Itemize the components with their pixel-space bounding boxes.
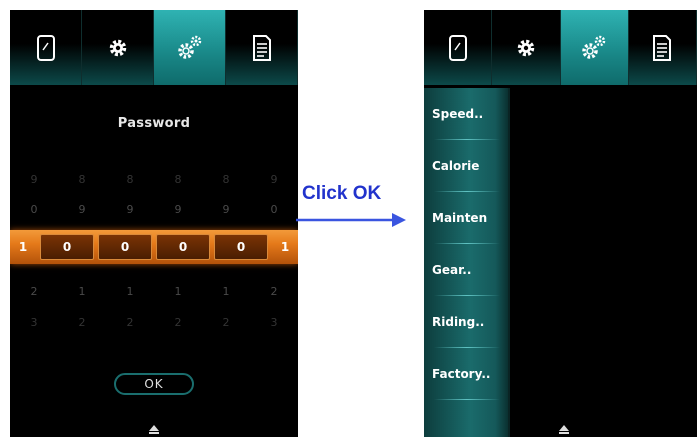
digit: 8 <box>126 173 134 186</box>
digit-wheel-6[interactable]: 1 <box>272 240 298 254</box>
ok-button[interactable]: OK <box>114 373 194 395</box>
menu-item-speed[interactable]: Speed.. <box>424 88 508 140</box>
digit: 9 <box>30 173 38 186</box>
digit: 0 <box>30 203 38 216</box>
menu-item-maintenance[interactable]: Mainten <box>424 192 508 244</box>
digit-row-below-1: 2 1 1 1 1 2 <box>10 285 298 298</box>
gears-icon <box>177 35 201 59</box>
digit-wheel-1[interactable]: 1 <box>10 240 36 254</box>
tab-device[interactable] <box>10 10 82 85</box>
digit: 1 <box>126 285 134 298</box>
digit: 8 <box>174 173 182 186</box>
tab-advanced-settings[interactable] <box>154 10 226 85</box>
digit: 1 <box>174 285 182 298</box>
document-icon <box>252 34 271 61</box>
digit-wheel-4[interactable]: 0 <box>156 234 210 260</box>
password-title: Password <box>117 116 191 131</box>
tab-bar <box>424 10 697 85</box>
tab-log[interactable] <box>226 10 298 85</box>
tab-settings[interactable] <box>82 10 154 85</box>
tab-advanced-settings[interactable] <box>560 10 629 85</box>
settings-screen: Speed.. Calorie Mainten Gear.. Riding.. … <box>424 10 697 437</box>
digit: 2 <box>174 316 182 329</box>
gears-icon <box>582 35 606 59</box>
digit: 2 <box>270 285 278 298</box>
digit: 9 <box>270 173 278 186</box>
digit: 9 <box>126 203 134 216</box>
digit-row-above-2: 9 8 8 8 8 9 <box>10 173 298 186</box>
digit: 8 <box>78 173 86 186</box>
digit-wheel-5[interactable]: 0 <box>214 234 268 260</box>
digit-wheel-3[interactable]: 0 <box>98 234 152 260</box>
tab-settings[interactable] <box>492 10 561 85</box>
digit: 9 <box>174 203 182 216</box>
digit: 8 <box>222 173 230 186</box>
up-arrow-icon[interactable] <box>559 425 569 434</box>
digit: 9 <box>78 203 86 216</box>
password-screen: Password 9 8 8 8 8 9 0 9 9 9 9 0 1 0 0 0… <box>10 10 298 437</box>
digit: 2 <box>126 316 134 329</box>
tab-log[interactable] <box>628 10 697 85</box>
gear-icon <box>517 39 535 56</box>
digit: 3 <box>270 316 278 329</box>
digit: 2 <box>30 285 38 298</box>
phone-icon <box>448 34 467 61</box>
gear-icon <box>109 39 126 56</box>
digit: 1 <box>222 285 230 298</box>
up-arrow-icon[interactable] <box>149 425 159 434</box>
digit-row-above-1: 0 9 9 9 9 0 <box>10 203 298 216</box>
settings-menu: Speed.. Calorie Mainten Gear.. Riding.. … <box>424 88 510 437</box>
digit: 2 <box>222 316 230 329</box>
digit: 3 <box>30 316 38 329</box>
digit-wheel-2[interactable]: 0 <box>40 234 94 260</box>
digit: 9 <box>222 203 230 216</box>
tab-bar <box>10 10 298 85</box>
digit-row-below-2: 3 2 2 2 2 3 <box>10 316 298 329</box>
menu-item-gear[interactable]: Gear.. <box>424 244 508 296</box>
menu-item-calorie[interactable]: Calorie <box>424 140 508 192</box>
digit: 1 <box>78 285 86 298</box>
tab-device[interactable] <box>424 10 493 85</box>
password-selection-bar: 1 0 0 0 0 1 <box>10 230 298 264</box>
phone-icon <box>36 34 55 61</box>
document-icon <box>653 34 672 61</box>
menu-item-factory[interactable]: Factory.. <box>424 348 508 400</box>
digit: 2 <box>78 316 86 329</box>
menu-item-riding[interactable]: Riding.. <box>424 296 508 348</box>
annotation-label: Click OK <box>302 183 382 204</box>
digit: 0 <box>270 203 278 216</box>
right-arrow-icon <box>296 213 406 227</box>
